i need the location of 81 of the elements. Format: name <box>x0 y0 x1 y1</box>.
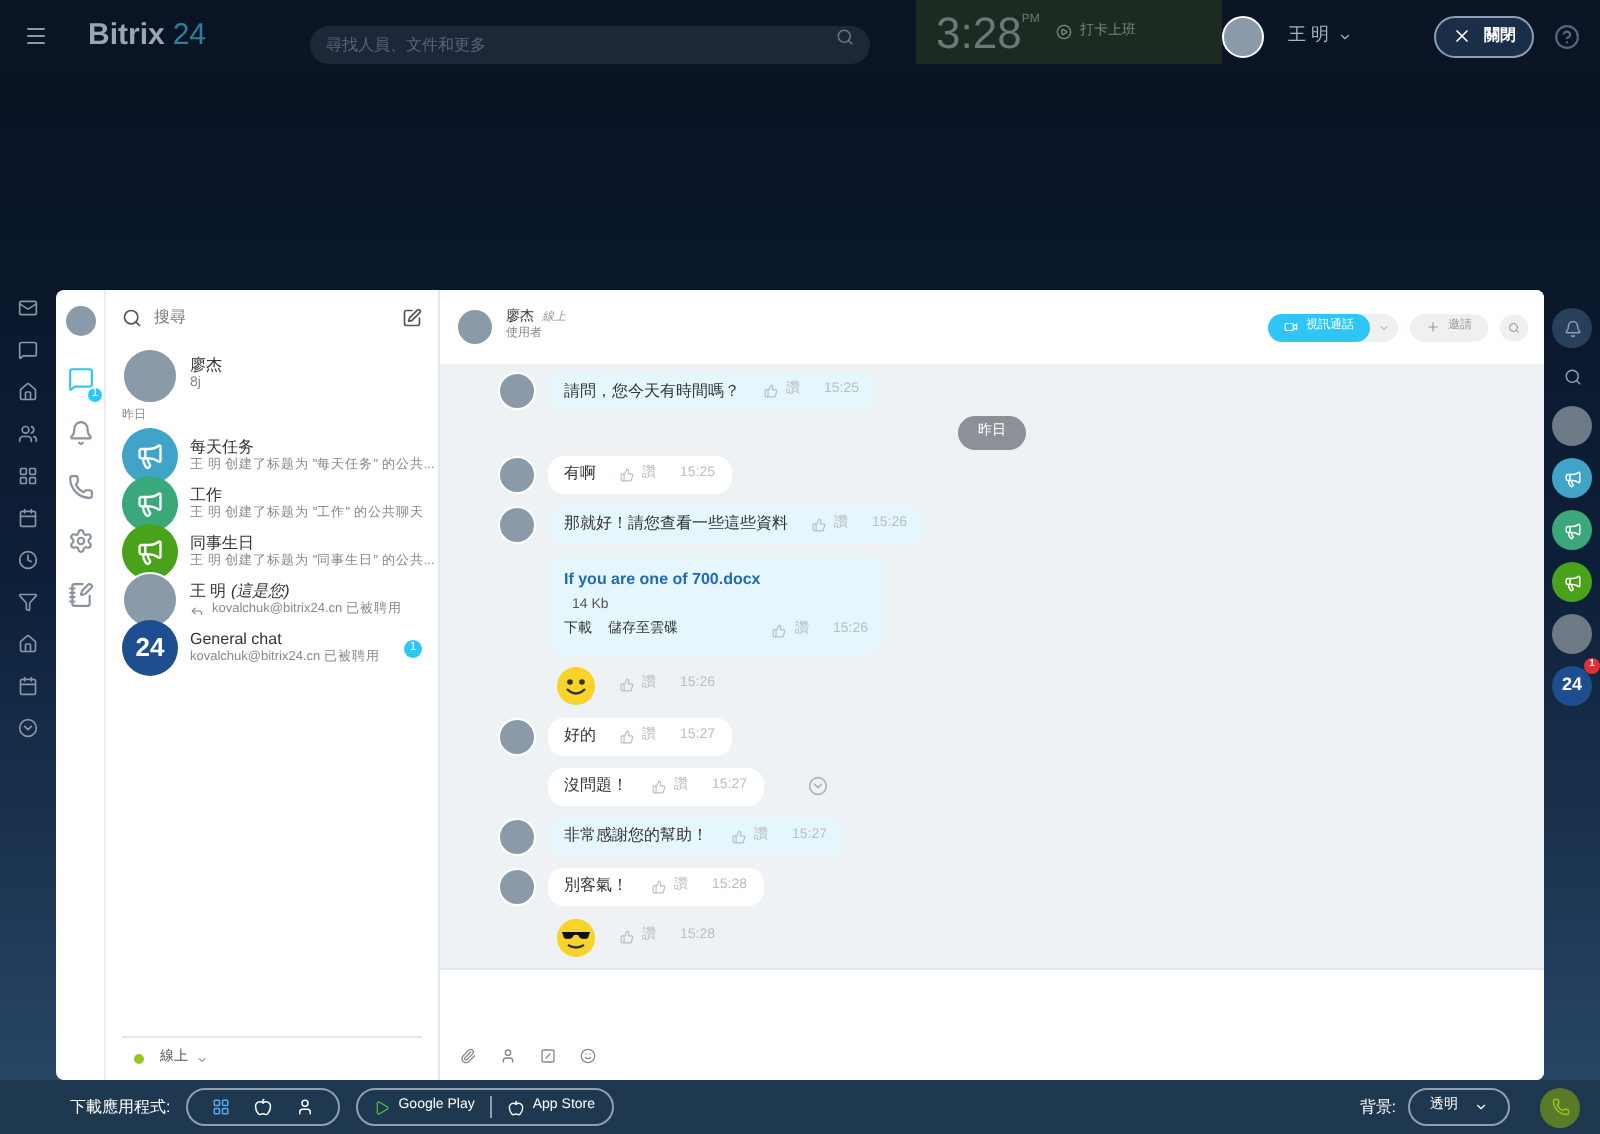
new-chat-icon[interactable] <box>402 308 422 328</box>
logo-text: Bitrix <box>88 15 165 56</box>
sidebar-icon[interactable] <box>18 466 38 486</box>
recent-group-chat[interactable] <box>1552 510 1592 550</box>
search-icon <box>1508 321 1520 333</box>
contact-avatar <box>456 308 494 346</box>
search-field[interactable]: 搜尋 <box>154 306 402 330</box>
sidebar-icon[interactable] <box>18 340 38 360</box>
search-icon[interactable] <box>1563 368 1581 386</box>
search-icon <box>122 308 142 328</box>
like-icon[interactable] <box>620 729 634 743</box>
download-label: 下載應用程式: <box>70 1095 171 1119</box>
user-avatar <box>122 572 178 628</box>
message-text: 好的 <box>564 724 596 748</box>
smiley-face-icon <box>556 665 596 705</box>
menu-icon[interactable] <box>24 24 48 48</box>
caret-icon <box>1337 29 1352 43</box>
sunglasses-face-icon <box>556 917 596 957</box>
close-button[interactable]: 關閉 <box>1434 15 1534 57</box>
user-avatar <box>122 347 178 403</box>
chat-name: 每天任务 <box>190 437 256 457</box>
recent-chat-avatar[interactable] <box>1552 614 1592 654</box>
plus-icon <box>1426 320 1440 334</box>
help-icon[interactable] <box>1554 23 1580 49</box>
chat-name: 廖杰 <box>190 356 222 375</box>
sidebar-icon[interactable] <box>18 424 38 444</box>
bell-button[interactable] <box>1552 308 1592 348</box>
chat-name: 王 明 (這是您) <box>190 581 292 602</box>
recent-group-chat[interactable] <box>1552 458 1592 498</box>
contact-icon[interactable] <box>500 1048 516 1064</box>
smiley-icon[interactable] <box>580 1048 596 1064</box>
sidebar-icon[interactable] <box>18 676 38 696</box>
video-camera-icon <box>1284 320 1298 334</box>
sidebar-icon[interactable] <box>18 298 38 318</box>
background-label: 背景: <box>1359 1095 1396 1119</box>
logo-number: 24 <box>172 15 207 56</box>
megaphone-icon <box>1563 573 1581 591</box>
attach-icon[interactable] <box>460 1048 476 1064</box>
play-icon <box>1055 24 1072 40</box>
sidebar-icon[interactable] <box>18 634 38 654</box>
user-avatar <box>1222 15 1265 57</box>
command-icon[interactable] <box>540 1048 556 1064</box>
message-text: 請問，您今天有時間嗎？ <box>564 379 740 403</box>
like-icon[interactable] <box>620 467 634 481</box>
caret-icon <box>196 1053 208 1065</box>
message-menu-icon[interactable] <box>807 776 828 796</box>
like-icon[interactable] <box>652 779 666 793</box>
call-button[interactable] <box>1540 1087 1580 1127</box>
recent-group-chat[interactable] <box>1552 562 1592 602</box>
message-text: 非常感謝您的幫助！ <box>564 824 708 848</box>
logo-icon: 24 <box>122 620 178 676</box>
close-icon <box>1452 26 1472 46</box>
file-name-link[interactable]: If you are one of 700.docx <box>564 567 868 591</box>
sidebar-icon[interactable] <box>18 508 38 528</box>
chat-name: General chat <box>190 629 284 650</box>
search-icon[interactable] <box>836 27 855 45</box>
play-store-icon <box>374 1099 391 1115</box>
sidebar-icon[interactable] <box>18 382 38 402</box>
sidebar-icon[interactable] <box>18 550 38 570</box>
sidebar-icon[interactable] <box>18 592 38 612</box>
message-text: 沒問題！ <box>564 774 628 798</box>
chat-name: 同事生日 <box>190 533 256 553</box>
message-text: 那就好！請您查看一些這些資料 <box>564 512 788 536</box>
message-text: 有啊 <box>564 462 596 486</box>
my-avatar <box>63 304 97 338</box>
phone-icon <box>1551 1098 1569 1116</box>
chat-name: 工作 <box>190 485 224 505</box>
megaphone-icon <box>1563 521 1581 539</box>
clock-time: 3:28 <box>936 5 1022 61</box>
apple-icon <box>508 1099 525 1115</box>
apple-icon[interactable] <box>254 1098 273 1116</box>
like-icon[interactable] <box>652 879 666 893</box>
recent-chat-avatar[interactable] <box>1552 406 1592 446</box>
sidebar-icon[interactable] <box>18 718 38 738</box>
caret-icon <box>1474 1100 1488 1114</box>
bell-icon <box>1563 319 1581 337</box>
search-field[interactable]: 尋找人員、文件和更多 <box>310 25 871 63</box>
search-history-button[interactable] <box>1500 313 1528 341</box>
user-menu-button[interactable]: 王 明 <box>1288 22 1352 50</box>
message-text: 別客氣！ <box>564 874 628 898</box>
megaphone-icon <box>1563 469 1581 487</box>
